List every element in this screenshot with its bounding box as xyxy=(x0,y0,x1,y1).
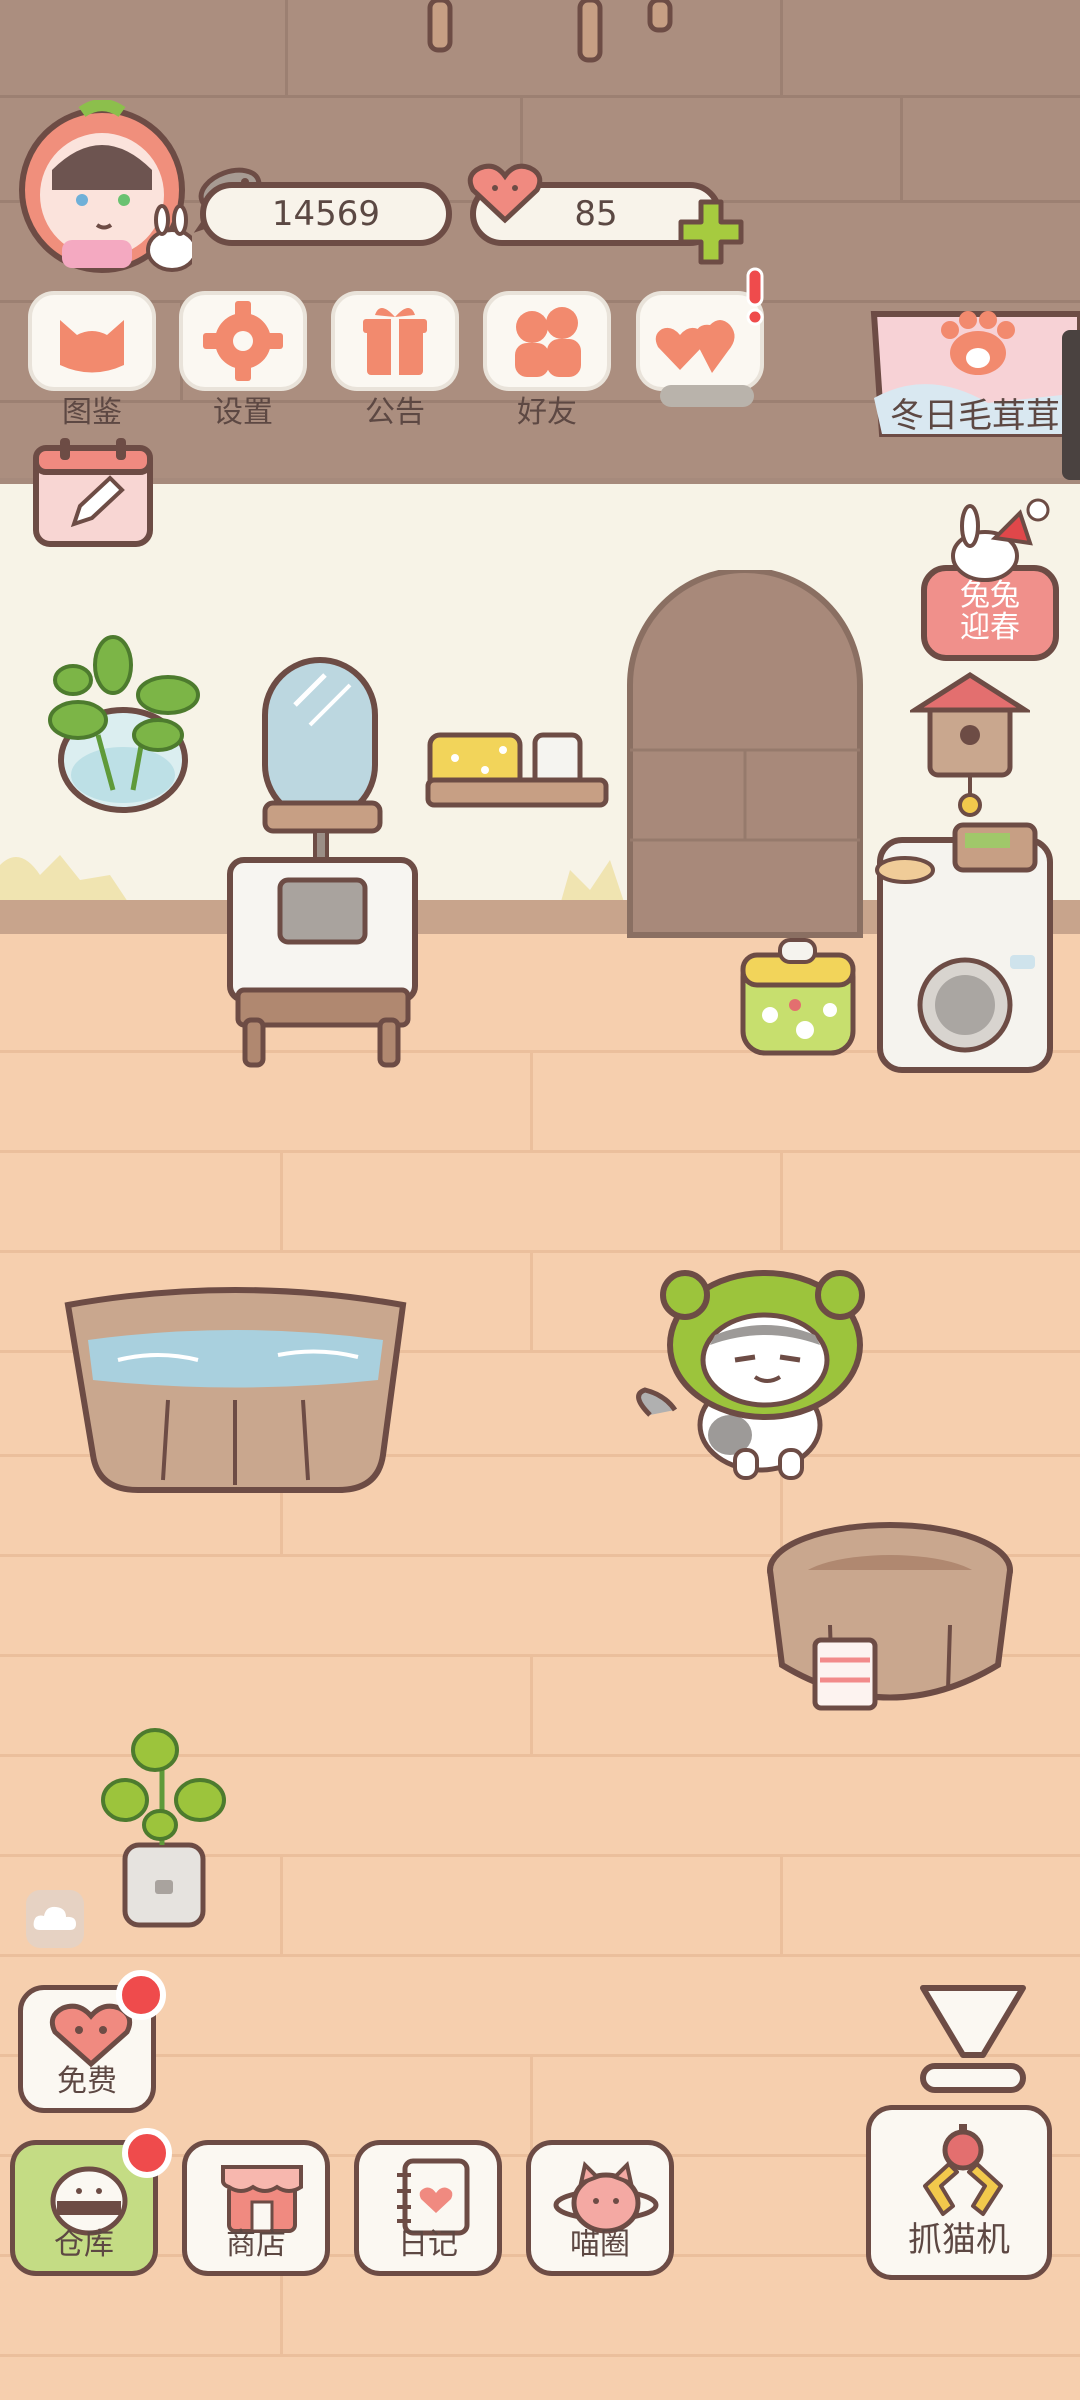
rabbit-event-line1: 兔兔 xyxy=(960,578,1020,613)
winter-event-banner[interactable]: 冬日毛茸茸 xyxy=(868,308,1080,440)
warehouse-label: 仓库 xyxy=(54,2227,114,2262)
rabbit-event-line2: 迎春 xyxy=(960,610,1020,645)
side-drawer-handle[interactable] xyxy=(1062,330,1080,480)
friends-tile xyxy=(487,295,607,387)
heart-count: 85 xyxy=(574,194,618,234)
cloud-icon xyxy=(33,1906,76,1930)
mail-loading-bar xyxy=(660,385,754,407)
friends-icon xyxy=(515,307,581,377)
rabbit-spring-event[interactable]: 兔兔 迎春 xyxy=(920,498,1060,663)
washing-machine[interactable] xyxy=(865,815,1060,1075)
settings-tile xyxy=(183,295,303,387)
laundry-pot[interactable] xyxy=(735,935,860,1060)
notice-button[interactable]: 公告 xyxy=(335,295,455,431)
friends-button[interactable]: 好友 xyxy=(487,295,607,431)
gift-icon xyxy=(363,307,427,375)
cat-face-icon xyxy=(60,320,124,373)
mail-button[interactable] xyxy=(640,267,764,407)
settings-button[interactable]: 设置 xyxy=(183,295,303,431)
player-avatar[interactable] xyxy=(12,99,198,280)
floor-plant[interactable] xyxy=(100,1725,230,1930)
fish-count: 14569 xyxy=(271,194,381,234)
shop-label: 商店 xyxy=(226,2227,286,2262)
diary-label: 日记 xyxy=(398,2227,458,2262)
calendar-edit-button[interactable] xyxy=(32,436,154,548)
friends-label: 好友 xyxy=(517,395,577,430)
shop-button[interactable]: 商店 xyxy=(182,2140,330,2276)
circle-button[interactable]: 喵圈 xyxy=(526,2140,674,2276)
table-legs xyxy=(427,0,673,63)
claw-machine-button[interactable]: 抓猫机 xyxy=(866,2105,1052,2280)
collapse-triangle-icon[interactable] xyxy=(908,1980,1038,2100)
claw-label: 抓猫机 xyxy=(908,2220,1010,2260)
notice-tile xyxy=(335,295,455,387)
guide-label: 图鉴 xyxy=(62,395,122,430)
cat-frog-hat[interactable] xyxy=(630,1265,870,1480)
wooden-bucket[interactable] xyxy=(760,1515,1020,1720)
guide-tile xyxy=(32,295,152,387)
arched-doorway[interactable] xyxy=(625,570,865,940)
settings-label: 设置 xyxy=(213,395,273,430)
sink-vanity[interactable] xyxy=(220,655,425,1070)
warehouse-badge xyxy=(122,2128,172,2178)
rabbit-event-title: 兔兔 迎春 xyxy=(920,580,1060,644)
exclamation-icon xyxy=(746,267,764,326)
circle-label: 喵圈 xyxy=(570,2227,630,2262)
chat-button[interactable] xyxy=(26,1890,84,1948)
birdhouse[interactable] xyxy=(910,670,1030,820)
fish-counter: 14569 xyxy=(200,182,452,246)
wall-shelf[interactable] xyxy=(425,700,610,810)
heart-icon xyxy=(467,163,543,224)
gear-icon xyxy=(203,301,283,381)
free-badge xyxy=(116,1970,166,2020)
potted-plant-bowl[interactable] xyxy=(38,625,208,815)
claw-icon xyxy=(923,2124,1003,2216)
winter-event-title: 冬日毛茸茸 xyxy=(890,396,1060,436)
wooden-bathtub[interactable] xyxy=(58,1285,413,1500)
add-hearts-button[interactable] xyxy=(676,197,746,267)
guide-button[interactable]: 图鉴 xyxy=(32,295,152,431)
notice-label: 公告 xyxy=(365,395,425,430)
diary-button[interactable]: 日记 xyxy=(354,2140,502,2276)
free-label: 免费 xyxy=(57,2064,117,2099)
